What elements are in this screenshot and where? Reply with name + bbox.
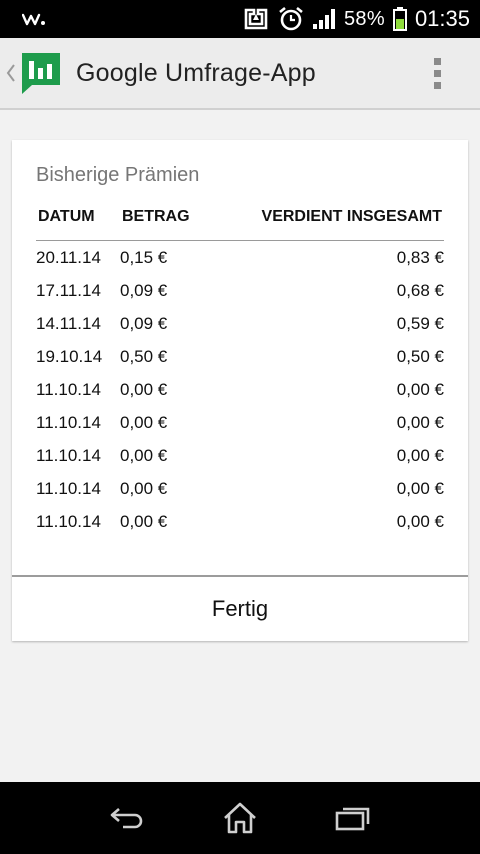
rewards-history-card: Bisherige Prämien DATUM BETRAG VERDIENT … [12, 140, 468, 641]
cell-amount: 0,15 € [120, 248, 168, 267]
cell-total: 0,00 € [396, 380, 444, 399]
app-logo-icon[interactable] [20, 50, 64, 96]
table-row: 17.11.14 0,09 € 0,68 € [36, 274, 444, 307]
column-header-amount: BETRAG [122, 208, 190, 225]
cell-date: 19.10.14 [36, 347, 103, 366]
cell-total: 0,68 € [396, 281, 444, 300]
app-title: Google Umfrage-App [76, 58, 316, 87]
table-row: 11.10.14 0,00 € 0,00 € [36, 505, 444, 538]
table-body: 20.11.14 0,15 € 0,83 € 17.11.14 0,09 € 0… [36, 241, 444, 538]
column-header-date: DATUM [38, 208, 95, 225]
up-navigation-icon[interactable] [4, 63, 18, 83]
cell-total: 0,00 € [396, 446, 444, 465]
cell-amount: 0,00 € [120, 512, 168, 531]
cell-total: 0,00 € [396, 479, 444, 498]
status-bar: 58% 01:35 [0, 0, 480, 38]
done-button[interactable]: Fertig [12, 577, 468, 641]
nfc-icon [242, 7, 270, 31]
cell-amount: 0,09 € [120, 314, 168, 333]
home-icon[interactable] [210, 793, 270, 843]
cell-amount: 0,00 € [120, 413, 168, 432]
table-header: DATUM BETRAG VERDIENT INSGESAMT [36, 208, 444, 238]
table-row: 11.10.14 0,00 € 0,00 € [36, 373, 444, 406]
table-row: 19.10.14 0,50 € 0,50 € [36, 340, 444, 373]
cell-date: 11.10.14 [36, 413, 101, 432]
battery-percent: 58% [344, 7, 385, 30]
battery-icon [392, 7, 407, 31]
action-bar: Google Umfrage-App [0, 38, 480, 110]
cell-amount: 0,50 € [120, 347, 168, 366]
status-clock: 01:35 [414, 6, 470, 31]
cell-amount: 0,00 € [120, 446, 168, 465]
cell-date: 11.10.14 [36, 512, 101, 531]
recent-apps-icon[interactable] [323, 793, 383, 843]
walkman-icon [22, 12, 46, 26]
column-header-total: VERDIENT INSGESAMT [261, 208, 442, 225]
card-title: Bisherige Prämien [36, 164, 200, 186]
cell-date: 11.10.14 [36, 479, 101, 498]
cell-amount: 0,09 € [120, 281, 168, 300]
cell-total: 0,50 € [396, 347, 444, 366]
cell-total: 0,00 € [396, 512, 444, 531]
cell-date: 14.11.14 [36, 314, 101, 333]
alarm-clock-icon [278, 6, 304, 32]
back-icon[interactable] [97, 793, 157, 843]
cell-total: 0,59 € [396, 314, 444, 333]
table-row: 20.11.14 0,15 € 0,83 € [36, 241, 444, 274]
table-row: 11.10.14 0,00 € 0,00 € [36, 406, 444, 439]
overflow-menu-icon[interactable] [422, 53, 452, 93]
cell-date: 17.11.14 [36, 281, 101, 300]
navigation-bar [0, 782, 480, 854]
cell-date: 11.10.14 [36, 380, 101, 399]
signal-icon [312, 8, 336, 30]
cell-amount: 0,00 € [120, 380, 168, 399]
cell-total: 0,00 € [396, 413, 444, 432]
table-row: 14.11.14 0,09 € 0,59 € [36, 307, 444, 340]
cell-total: 0,83 € [396, 248, 444, 267]
table-row: 11.10.14 0,00 € 0,00 € [36, 439, 444, 472]
cell-amount: 0,00 € [120, 479, 168, 498]
table-row: 11.10.14 0,00 € 0,00 € [36, 472, 444, 505]
cell-date: 20.11.14 [36, 248, 101, 267]
cell-date: 11.10.14 [36, 446, 101, 465]
